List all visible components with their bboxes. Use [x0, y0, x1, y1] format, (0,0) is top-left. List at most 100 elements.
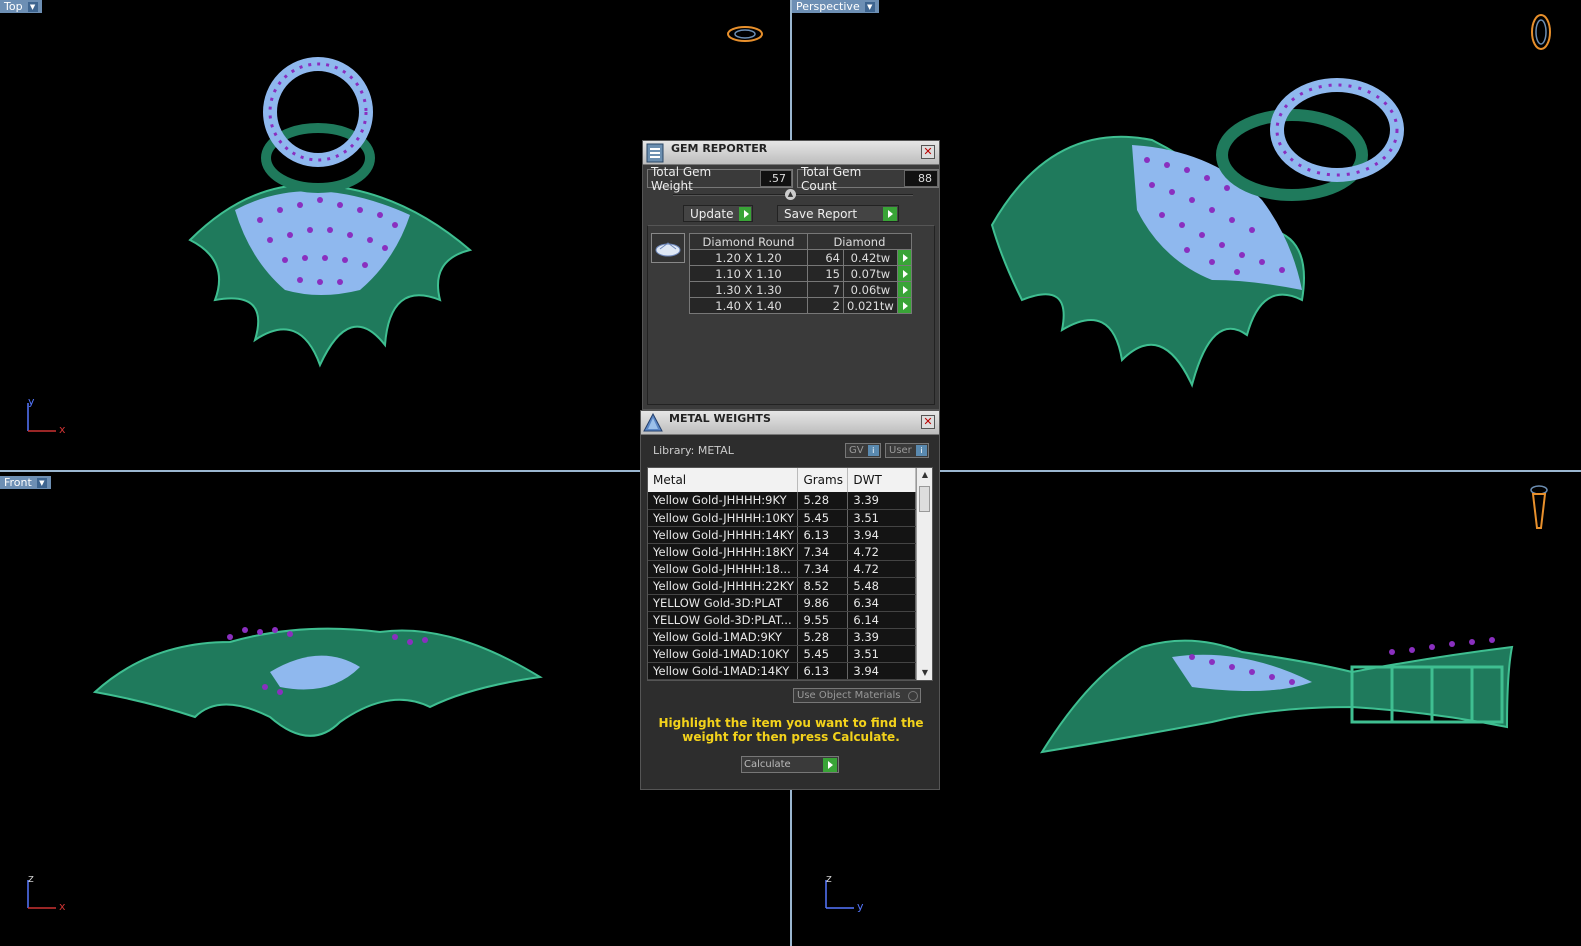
- gem-count: 2: [807, 297, 844, 314]
- save-report-button-label: Save Report: [784, 206, 858, 221]
- gv-toggle[interactable]: GV i: [845, 443, 881, 458]
- table-row[interactable]: Yellow Gold-JHHHH:18... 7.34 4.72: [648, 560, 916, 578]
- radio-icon: [908, 690, 918, 701]
- ring-nav-icon[interactable]: [1526, 8, 1556, 52]
- play-arrow-icon: [823, 757, 837, 772]
- gem-table: Diamond Round Diamond 1.20 X 1.20 64 0.4…: [689, 233, 912, 314]
- total-gem-count-value: 88: [904, 170, 938, 187]
- metal-dwt: 3.39: [847, 628, 916, 646]
- table-row[interactable]: 1.20 X 1.20 64 0.42tw: [689, 249, 912, 266]
- play-arrow-icon: [739, 206, 751, 221]
- metal-table-header-metal[interactable]: Metal: [648, 468, 799, 492]
- metal-dwt: 4.72: [847, 543, 916, 561]
- metal-table-container[interactable]: Metal Grams DWT Yellow Gold-JHHHH:9KY 5.2…: [647, 467, 933, 681]
- metal-dwt: 4.72: [847, 560, 916, 578]
- metal-name: Yellow Gold-JHHHH:18KY: [648, 543, 799, 561]
- metal-name: Yellow Gold-1MAD:14KY: [648, 662, 799, 680]
- axis-label-z: z: [826, 872, 832, 885]
- metal-weights-icon: [643, 412, 663, 434]
- metal-name: Yellow Gold-1MAD:9KY: [648, 628, 799, 646]
- table-row[interactable]: Yellow Gold-1MAD:14KY 6.13 3.94: [648, 662, 916, 680]
- gv-toggle-label: GV: [849, 445, 864, 456]
- total-gem-weight-value: .57: [760, 170, 793, 187]
- scroll-thumb[interactable]: [919, 486, 930, 512]
- metal-grams: 5.45: [797, 509, 849, 527]
- metal-grams: 7.34: [797, 543, 849, 561]
- metal-dwt: 3.94: [847, 526, 916, 544]
- table-row[interactable]: Yellow Gold-1MAD:10KY 5.45 3.51: [648, 645, 916, 663]
- total-gem-weight-label: Total Gem Weight: [651, 164, 712, 193]
- scroll-down-icon[interactable]: ▼: [917, 666, 932, 680]
- axis-gizmo-right: z y: [820, 872, 870, 915]
- metal-name: YELLOW Gold-3D:PLAT...: [648, 611, 799, 629]
- info-icon: i: [915, 445, 927, 456]
- metal-table: Metal Grams DWT Yellow Gold-JHHHH:9KY 5.2…: [648, 468, 916, 680]
- table-row[interactable]: 1.40 X 1.40 2 0.021tw: [689, 297, 912, 314]
- close-icon[interactable]: ✕: [921, 415, 935, 429]
- gem-size: 1.10 X 1.10: [689, 265, 808, 282]
- gem-size: 1.20 X 1.20: [689, 249, 808, 266]
- axis-gizmo-front: z x: [22, 872, 72, 915]
- library-label: Library: METAL: [653, 444, 734, 457]
- play-arrow-icon[interactable]: [896, 265, 912, 282]
- use-object-materials-toggle[interactable]: Use Object Materials: [793, 688, 921, 703]
- axis-label-x: x: [59, 423, 66, 436]
- metal-grams: 8.52: [797, 577, 849, 595]
- ring-nav-icon[interactable]: [725, 22, 765, 46]
- metal-dwt: 6.34: [847, 594, 916, 612]
- table-row[interactable]: Yellow Gold-JHHHH:9KY 5.28 3.39: [648, 492, 916, 510]
- table-row[interactable]: 1.30 X 1.30 7 0.06tw: [689, 281, 912, 298]
- table-row[interactable]: Yellow Gold-JHHHH:10KY 5.45 3.51: [648, 509, 916, 527]
- gem-count: 7: [807, 281, 844, 298]
- calculate-button[interactable]: Calculate: [741, 756, 839, 773]
- metal-name: Yellow Gold-JHHHH:22KY: [648, 577, 799, 595]
- table-row[interactable]: Yellow Gold-1MAD:9KY 5.28 3.39: [648, 628, 916, 646]
- metal-name: Yellow Gold-JHHHH:18...: [648, 560, 799, 578]
- info-icon: i: [867, 445, 879, 456]
- play-arrow-icon[interactable]: [896, 249, 912, 266]
- scroll-up-icon[interactable]: ▲: [917, 468, 932, 482]
- gem-weight: 0.42tw: [843, 249, 898, 266]
- metal-weights-header[interactable]: METAL WEIGHTS ✕: [641, 411, 939, 435]
- gem-reporter-title: GEM REPORTER: [671, 142, 768, 155]
- update-button[interactable]: Update: [683, 205, 753, 222]
- metal-grams: 5.28: [797, 492, 849, 510]
- gem-weight: 0.07tw: [843, 265, 898, 282]
- user-toggle[interactable]: User i: [885, 443, 929, 458]
- metal-grams: 7.34: [797, 560, 849, 578]
- table-row[interactable]: YELLOW Gold-3D:PLAT 9.86 6.34: [648, 594, 916, 612]
- gem-weight: 0.06tw: [843, 281, 898, 298]
- gem-reporter-icon: [645, 142, 665, 164]
- close-icon[interactable]: ✕: [921, 145, 935, 159]
- save-report-button[interactable]: Save Report: [777, 205, 899, 222]
- play-arrow-icon: [883, 206, 897, 221]
- metal-name: Yellow Gold-JHHHH:9KY: [648, 492, 799, 510]
- metal-weights-panel: METAL WEIGHTS ✕ Library: METAL GV i User…: [640, 410, 940, 790]
- axis-label-z: z: [28, 872, 34, 885]
- metal-dwt: 3.94: [847, 662, 916, 680]
- gem-size: 1.30 X 1.30: [689, 281, 808, 298]
- gem-count: 64: [807, 249, 844, 266]
- metal-name: Yellow Gold-JHHHH:10KY: [648, 509, 799, 527]
- metal-table-header-dwt[interactable]: DWT: [847, 468, 916, 492]
- gem-reporter-header[interactable]: GEM REPORTER ✕: [643, 141, 939, 165]
- table-row[interactable]: 1.10 X 1.10 15 0.07tw: [689, 265, 912, 282]
- diamond-thumbnail[interactable]: [651, 233, 685, 263]
- table-row[interactable]: Yellow Gold-JHHHH:22KY 8.52 5.48: [648, 577, 916, 595]
- ring-nav-icon[interactable]: [1528, 480, 1550, 532]
- table-row[interactable]: Yellow Gold-JHHHH:14KY 6.13 3.94: [648, 526, 916, 544]
- metal-dwt: 3.51: [847, 509, 916, 527]
- table-row[interactable]: YELLOW Gold-3D:PLAT... 9.55 6.14: [648, 611, 916, 629]
- gem-table-header-shape: Diamond Round: [689, 233, 808, 250]
- total-gem-count-group: Total Gem Count 88: [797, 165, 939, 193]
- gem-reporter-panel: GEM REPORTER ✕ Total Gem Weight .57 Tota…: [642, 140, 940, 410]
- play-arrow-icon[interactable]: [896, 281, 912, 298]
- metal-table-scrollbar[interactable]: ▲ ▼: [916, 468, 932, 680]
- collapse-arrow-icon[interactable]: ▲: [785, 189, 796, 200]
- metal-grams: 6.13: [797, 662, 849, 680]
- metal-table-header-grams[interactable]: Grams: [797, 468, 849, 492]
- table-row[interactable]: Yellow Gold-JHHHH:18KY 7.34 4.72: [648, 543, 916, 561]
- metal-grams: 9.55: [797, 611, 849, 629]
- play-arrow-icon[interactable]: [896, 297, 912, 314]
- metal-grams: 6.13: [797, 526, 849, 544]
